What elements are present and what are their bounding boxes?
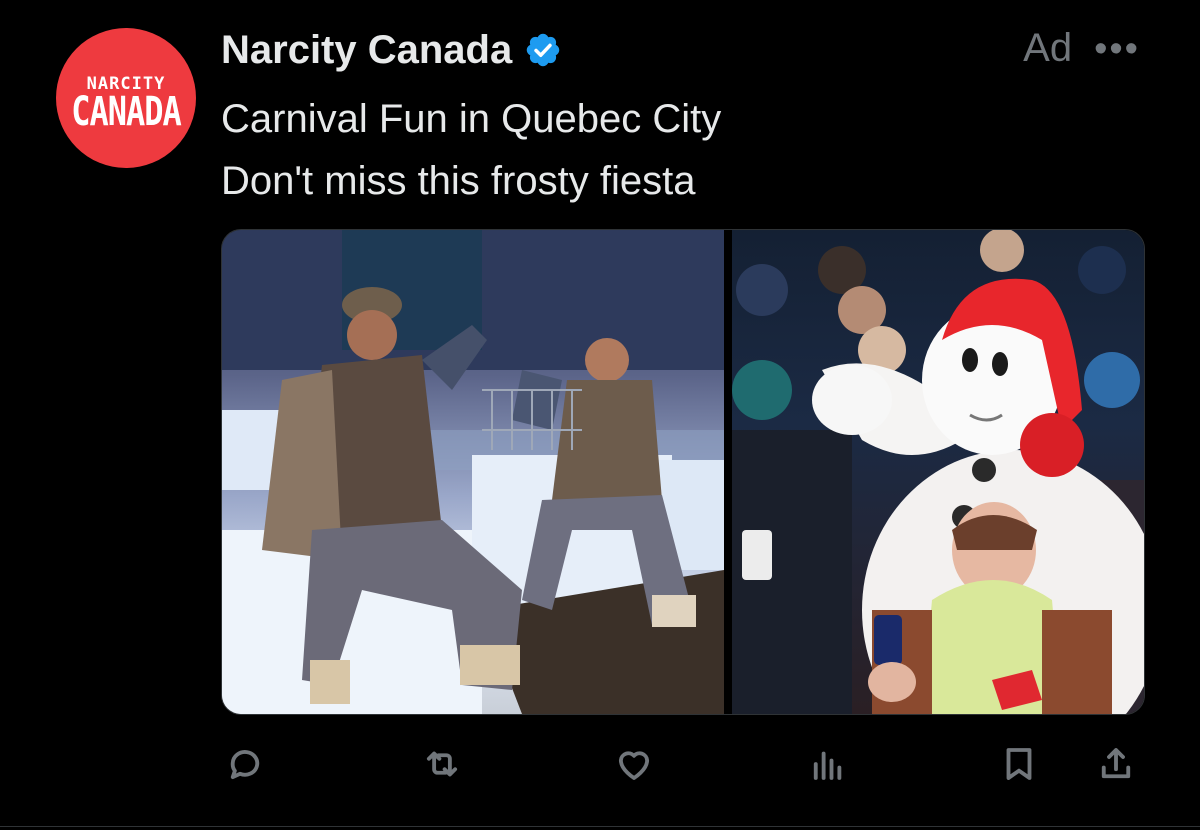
author-row: Narcity Canada [221, 24, 562, 76]
share-button[interactable] [1092, 740, 1140, 788]
photo-snowman-mascot[interactable] [732, 230, 1144, 714]
like-button[interactable] [610, 740, 658, 788]
bottom-divider [0, 826, 1200, 827]
ad-label: Ad [1023, 26, 1073, 70]
views-button[interactable] [804, 740, 852, 788]
repost-icon [426, 751, 458, 777]
share-icon [1101, 748, 1131, 779]
post-text-line2: Don't miss this frosty fiesta [221, 159, 696, 203]
verified-badge-icon [527, 33, 560, 67]
ad-box: Ad ••• [1023, 26, 1140, 71]
bookmark-icon [1006, 748, 1032, 780]
avatar-line2: CANADA [71, 87, 182, 135]
views-icon [813, 751, 842, 780]
like-icon [618, 751, 650, 780]
more-options-icon[interactable]: ••• [1094, 30, 1140, 68]
photo-snowman-art [732, 230, 1144, 714]
action-bar [221, 740, 1143, 796]
post-text: Carnival Fun in Quebec City Don't miss t… [221, 88, 721, 212]
repost-button[interactable] [418, 740, 466, 788]
avatar[interactable]: NARCITY CANADA [56, 28, 196, 168]
reply-icon [230, 750, 260, 780]
author-name[interactable]: Narcity Canada [221, 28, 512, 73]
bookmark-button[interactable] [995, 740, 1043, 788]
post-text-line1: Carnival Fun in Quebec City [221, 97, 722, 141]
media-grid [221, 229, 1145, 715]
photo-performers[interactable] [222, 230, 724, 714]
photo-performers-art [222, 230, 724, 714]
reply-button[interactable] [221, 740, 269, 788]
